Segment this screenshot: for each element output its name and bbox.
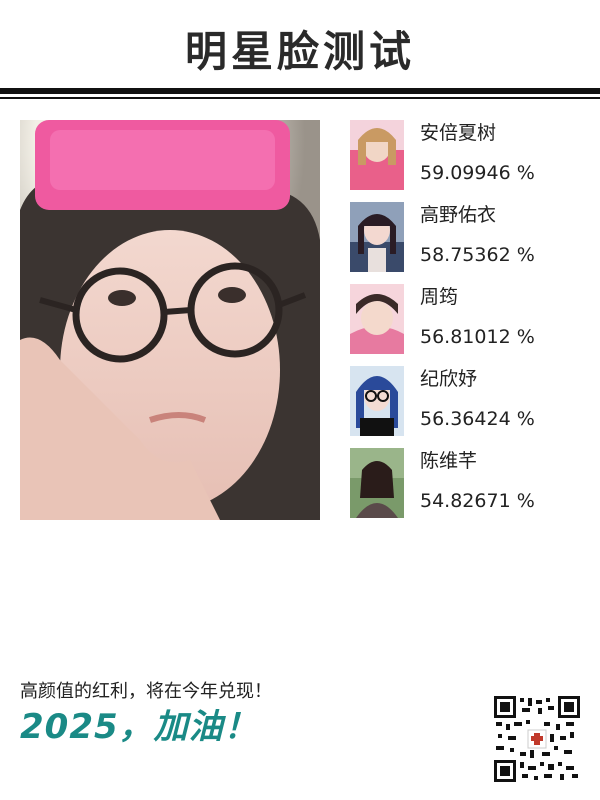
match-score: 54.82671 %	[420, 490, 535, 512]
match-thumbnail	[350, 202, 404, 272]
match-score: 56.36424 %	[420, 408, 535, 430]
match-name: 高野佑衣	[420, 204, 497, 226]
qr-code[interactable]	[494, 696, 580, 782]
avatar-icon	[350, 120, 404, 190]
qr-code-icon	[494, 696, 580, 782]
match-name: 纪欣妤	[420, 368, 478, 390]
match-name: 陈维芊	[420, 450, 478, 472]
avatar-icon	[350, 202, 404, 272]
match-thumbnail	[350, 120, 404, 190]
match-score: 58.75362 %	[420, 244, 535, 266]
user-photo-icon	[20, 120, 320, 520]
match-score: 56.81012 %	[420, 326, 535, 348]
match-item[interactable]: 周筠 56.81012 %	[350, 284, 580, 354]
match-name: 安倍夏树	[420, 122, 497, 144]
match-name: 周筠	[420, 286, 459, 308]
match-score: 59.09946 %	[420, 162, 535, 184]
match-item[interactable]: 安倍夏树 59.09946 %	[350, 120, 580, 190]
user-photo	[20, 120, 320, 520]
match-thumbnail	[350, 448, 404, 518]
header-divider-thick	[0, 88, 600, 94]
slogan-text: 高颜值的红利，将在今年兑现！	[20, 681, 272, 702]
avatar-icon	[350, 366, 404, 436]
match-item[interactable]: 高野佑衣 58.75362 %	[350, 202, 580, 272]
match-item[interactable]: 纪欣妤 56.36424 %	[350, 366, 580, 436]
page-title: 明星脸测试	[184, 27, 415, 76]
footer-headline: 2025，加油！	[20, 707, 259, 747]
avatar-icon	[350, 448, 404, 518]
header-divider-thin	[0, 97, 600, 99]
match-thumbnail	[350, 366, 404, 436]
match-thumbnail	[350, 284, 404, 354]
match-item[interactable]: 陈维芊 54.82671 %	[350, 448, 580, 518]
avatar-icon	[350, 284, 404, 354]
